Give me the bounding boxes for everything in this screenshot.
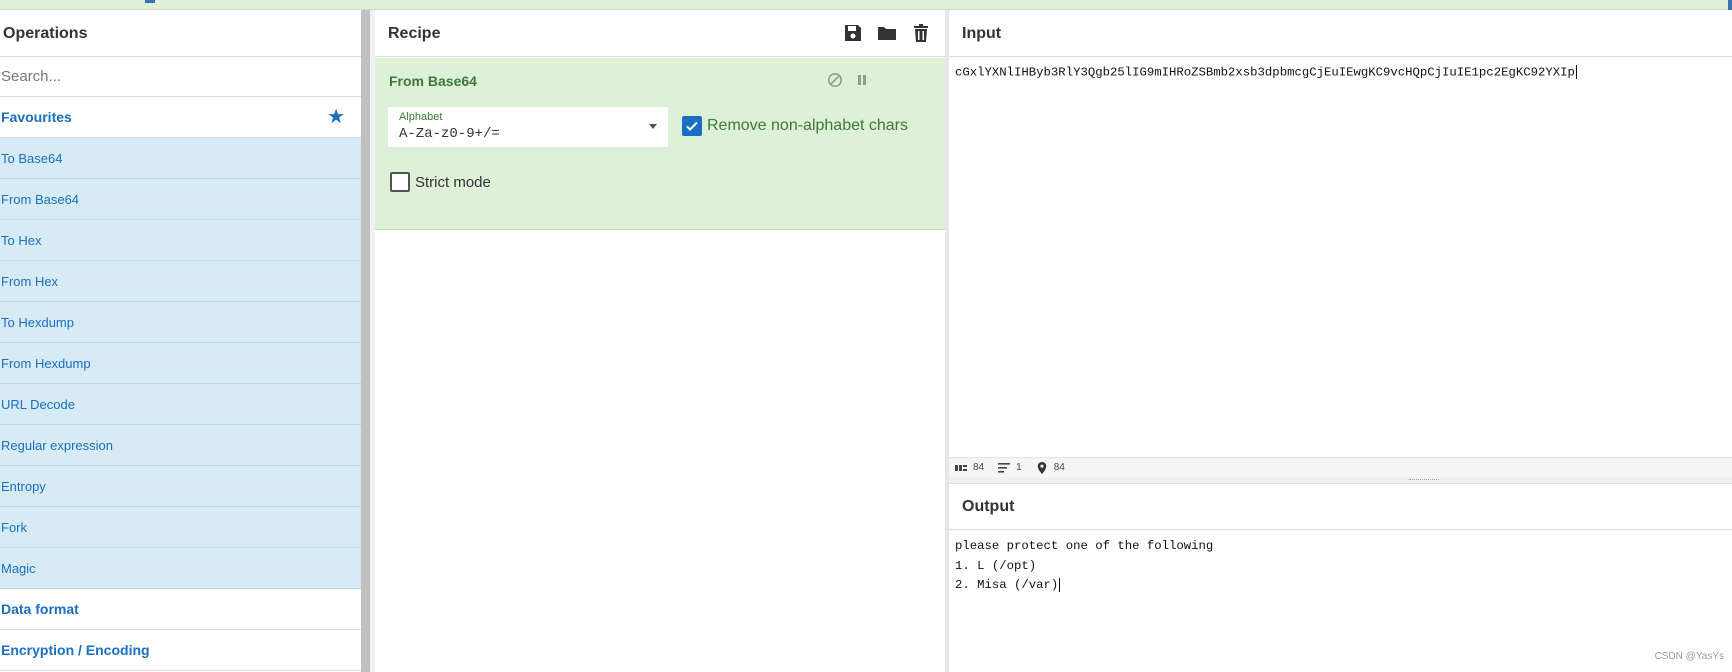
location-pin-icon bbox=[1037, 461, 1046, 474]
recipe-panel: Recipe From Base64 Alphabet A-Za-z0-9+/=… bbox=[375, 10, 945, 672]
operation-item[interactable]: From Hexdump bbox=[0, 343, 361, 384]
input-text: cGxlYXNlIHByb3RlY3Qgb25lIG9mIHRoZSBmb2xs… bbox=[955, 65, 1575, 80]
output-title: Output bbox=[949, 484, 1732, 530]
operation-item[interactable]: To Hex bbox=[0, 220, 361, 261]
text-cursor bbox=[1059, 577, 1061, 592]
text-cursor bbox=[1575, 65, 1577, 79]
lines-stat: 1 bbox=[998, 462, 1022, 474]
position-value: 84 bbox=[1053, 462, 1065, 473]
remove-nonalpha-label: Remove non-alphabet chars bbox=[707, 117, 909, 134]
input-textarea[interactable]: cGxlYXNlIHByb3RlY3Qgb25lIG9mIHRoZSBmb2xs… bbox=[949, 58, 1732, 468]
operations-scrollbar[interactable] bbox=[361, 10, 370, 672]
operation-item[interactable]: Fork bbox=[0, 507, 361, 548]
length-icon bbox=[955, 464, 967, 471]
operation-item[interactable]: From Hex bbox=[0, 261, 361, 302]
lines-value: 1 bbox=[1016, 462, 1022, 473]
divider-grip[interactable] bbox=[1409, 479, 1439, 481]
operation-item[interactable]: From Base64 bbox=[0, 179, 361, 220]
star-icon[interactable]: ★ bbox=[327, 97, 345, 138]
operation-item[interactable]: Magic bbox=[0, 548, 361, 589]
operation-title: From Base64 bbox=[389, 73, 477, 89]
recipe-header: Recipe bbox=[375, 10, 945, 57]
alphabet-value: A-Za-z0-9+/= bbox=[399, 126, 500, 142]
output-line-last: 2. Misa (/var) bbox=[955, 576, 1732, 596]
strict-mode-label: Strict mode bbox=[415, 173, 491, 191]
output-line: 1. L (/opt) bbox=[955, 558, 1037, 573]
operation-item[interactable]: URL Decode bbox=[0, 384, 361, 425]
io-divider[interactable] bbox=[949, 477, 1732, 484]
banner-link-underline[interactable] bbox=[145, 0, 155, 3]
strict-mode-checkbox[interactable] bbox=[390, 172, 410, 192]
category-favourites[interactable]: Favourites ★ bbox=[0, 97, 361, 138]
operations-title: Operations bbox=[0, 10, 361, 57]
trash-icon[interactable] bbox=[911, 23, 931, 43]
recipe-title: Recipe bbox=[388, 25, 441, 42]
top-banner bbox=[0, 0, 1732, 10]
input-title: Input bbox=[949, 10, 1732, 57]
length-value: 84 bbox=[973, 462, 985, 473]
output-line: 2. Misa (/var) bbox=[955, 578, 1059, 592]
category-encryption-encoding[interactable]: Encryption / Encoding bbox=[0, 630, 361, 671]
favourites-label: Favourites bbox=[1, 109, 72, 125]
alphabet-label: Alphabet bbox=[399, 111, 443, 123]
scroll-marker bbox=[1728, 0, 1732, 10]
operation-item[interactable]: Entropy bbox=[0, 466, 361, 507]
remove-nonalpha-checkbox[interactable] bbox=[682, 116, 702, 136]
recipe-operation-from-base64[interactable]: From Base64 Alphabet A-Za-z0-9+/= Remove… bbox=[375, 58, 945, 230]
pause-icon[interactable] bbox=[854, 72, 870, 88]
operation-item[interactable]: To Hexdump bbox=[0, 302, 361, 343]
strict-mode-option[interactable]: Strict mode bbox=[390, 172, 491, 192]
length-stat: 84 bbox=[955, 462, 984, 474]
save-icon[interactable] bbox=[843, 23, 863, 43]
alphabet-select[interactable]: Alphabet A-Za-z0-9+/= bbox=[388, 107, 668, 147]
position-stat: 84 bbox=[1036, 461, 1065, 474]
lines-icon bbox=[998, 462, 1011, 473]
remove-nonalpha-option[interactable]: Remove non-alphabet chars bbox=[682, 116, 908, 136]
disable-icon[interactable] bbox=[827, 72, 843, 88]
search-box[interactable] bbox=[0, 57, 361, 97]
input-status-bar: 84 1 84 bbox=[949, 457, 1732, 477]
search-input[interactable] bbox=[1, 68, 361, 85]
io-panel: Input cGxlYXNlIHByb3RlY3Qgb25lIG9mIHRoZS… bbox=[949, 10, 1732, 672]
operations-panel: Operations Favourites ★ To Base64 From B… bbox=[0, 10, 361, 672]
output-line: please protect one of the following bbox=[955, 539, 1214, 553]
watermark: CSDN @YasYs bbox=[1654, 651, 1724, 662]
category-data-format[interactable]: Data format bbox=[0, 589, 361, 630]
cyberchef-app: Operations Favourites ★ To Base64 From B… bbox=[0, 0, 1732, 672]
folder-icon[interactable] bbox=[877, 23, 897, 43]
operation-item[interactable]: To Base64 bbox=[0, 138, 361, 179]
operation-item[interactable]: Regular expression bbox=[0, 425, 361, 466]
chevron-down-icon[interactable] bbox=[649, 124, 657, 129]
output-textarea[interactable]: please protect one of the following 1. L… bbox=[949, 530, 1732, 672]
